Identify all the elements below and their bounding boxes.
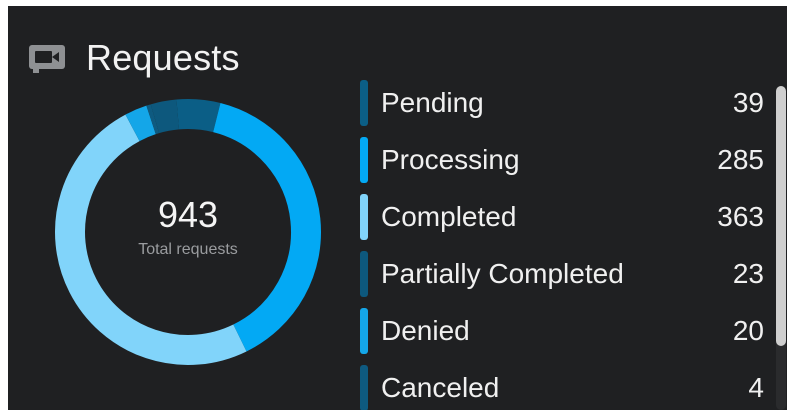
status-label: Canceled xyxy=(381,372,500,403)
status-label: Partially Completed xyxy=(381,258,624,289)
status-count: 23 xyxy=(732,258,764,289)
status-color-bar xyxy=(360,251,368,297)
status-label: Processing xyxy=(381,144,520,175)
status-count: 4 xyxy=(748,372,764,403)
status-count: 20 xyxy=(732,315,764,346)
status-color-bar xyxy=(360,137,368,183)
status-row-processing[interactable]: Processing 285 xyxy=(360,137,768,183)
status-color-bar xyxy=(360,365,368,410)
card-title: Requests xyxy=(86,37,240,78)
donut-center: 943 Total requests xyxy=(52,96,324,368)
status-label: Completed xyxy=(381,201,517,232)
scrollbar-thumb[interactable] xyxy=(776,86,786,346)
status-count: 285 xyxy=(717,144,764,175)
status-count: 39 xyxy=(732,87,764,118)
status-color-bar xyxy=(360,80,368,126)
requests-donut-chart: 943 Total requests xyxy=(52,96,324,368)
status-legend-list[interactable]: Pending 39 Processing 285 Completed 363 … xyxy=(360,80,768,410)
total-requests-value: 943 xyxy=(157,194,219,235)
status-row-denied[interactable]: Denied 20 xyxy=(360,308,768,354)
status-row-partially-completed[interactable]: Partially Completed 23 xyxy=(360,251,768,297)
video-camera-icon xyxy=(28,43,66,73)
status-row-pending[interactable]: Pending 39 xyxy=(360,80,768,126)
card-header: Requests xyxy=(28,30,240,86)
status-color-bar xyxy=(360,194,368,240)
status-row-canceled[interactable]: Canceled 4 xyxy=(360,365,768,410)
status-row-completed[interactable]: Completed 363 xyxy=(360,194,768,240)
total-requests-caption: Total requests xyxy=(138,241,238,258)
status-color-bar xyxy=(360,308,368,354)
status-count: 363 xyxy=(717,201,764,232)
status-label: Denied xyxy=(381,315,470,346)
status-label: Pending xyxy=(381,87,484,118)
requests-card: Requests 943 Total requests Pending 39 P… xyxy=(8,6,787,410)
